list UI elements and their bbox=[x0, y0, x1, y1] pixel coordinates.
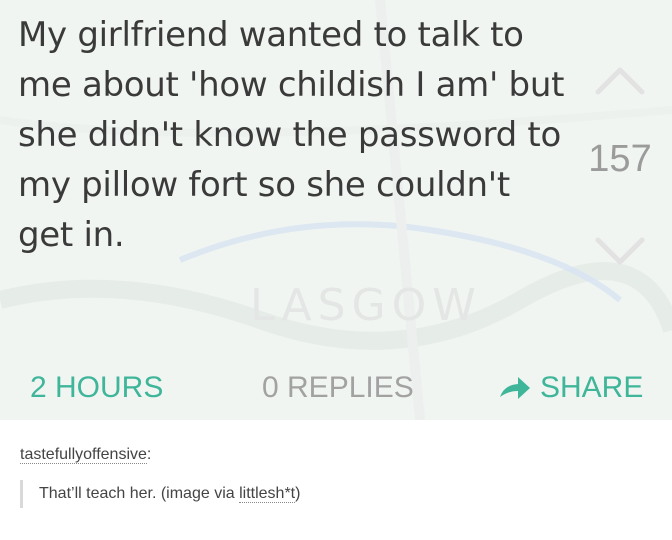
quote-end: ) bbox=[295, 485, 301, 502]
quote-source-link[interactable]: littlesh*t bbox=[239, 485, 296, 503]
source-colon: : bbox=[146, 446, 152, 463]
page: LASGOW My girlfriend wanted to talk to m… bbox=[0, 0, 672, 540]
share-label: SHARE bbox=[540, 371, 644, 404]
map-watermark: LASGOW bbox=[250, 280, 482, 331]
share-arrow-icon bbox=[500, 377, 530, 399]
replies-button[interactable]: 0 REPLIES bbox=[262, 371, 414, 405]
post-meta-row: 2 HOURS 0 REPLIES SHARE bbox=[0, 365, 672, 415]
post-time: 2 HOURS bbox=[30, 371, 164, 404]
share-button[interactable]: SHARE bbox=[498, 371, 643, 405]
source-line: tastefullyoffensive: bbox=[20, 446, 660, 468]
source-user-link[interactable]: tastefullyoffensive bbox=[20, 446, 147, 464]
yak-post-card: LASGOW My girlfriend wanted to talk to m… bbox=[0, 0, 672, 420]
vote-count: 157 bbox=[588, 138, 652, 180]
post-text: My girlfriend wanted to talk to me about… bbox=[18, 15, 565, 255]
chevron-up-icon[interactable] bbox=[590, 60, 650, 100]
chevron-down-icon[interactable] bbox=[590, 232, 650, 272]
reblog-source: tastefullyoffensive: bbox=[20, 446, 660, 468]
quote-text: That’ll teach her. (image via bbox=[39, 485, 240, 502]
caption-quote: That’ll teach her. (image via littlesh*t… bbox=[20, 480, 300, 508]
